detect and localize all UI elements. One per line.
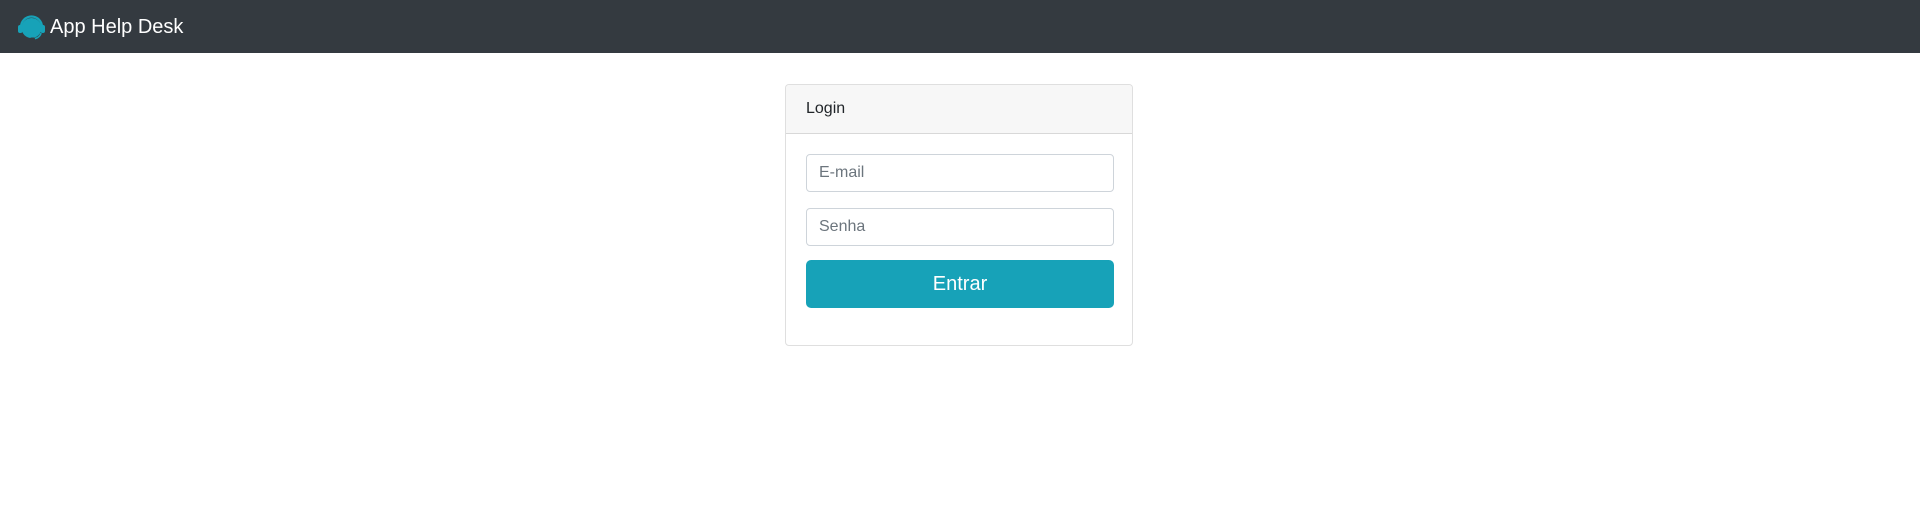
- login-card: Login Entrar: [785, 84, 1133, 346]
- top-navbar: App Help Desk: [0, 0, 1920, 53]
- headset-logo-icon: [18, 15, 45, 41]
- password-group: [806, 208, 1114, 246]
- login-card-header: Login: [786, 85, 1132, 134]
- login-form: Entrar: [786, 134, 1132, 308]
- login-submit-button[interactable]: Entrar: [806, 260, 1114, 308]
- brand-link[interactable]: App Help Desk: [17, 12, 183, 41]
- brand-title: App Help Desk: [50, 15, 184, 38]
- email-field[interactable]: [806, 154, 1114, 192]
- login-card-title: Login: [806, 100, 846, 117]
- email-group: [806, 154, 1114, 192]
- password-field[interactable]: [806, 208, 1114, 246]
